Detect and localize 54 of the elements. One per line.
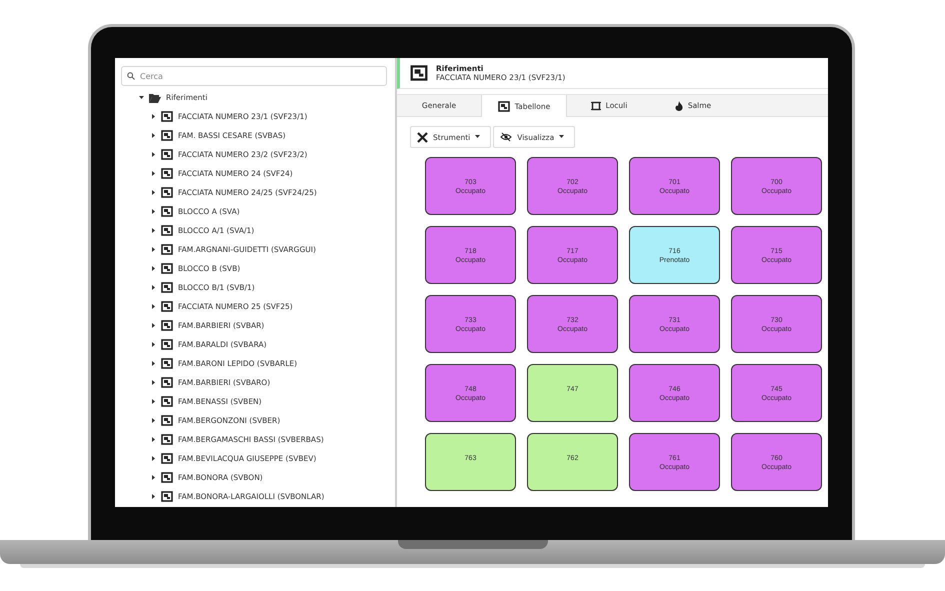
- search-icon: [127, 72, 135, 80]
- board-icon: [161, 453, 173, 464]
- frame-icon: [590, 100, 601, 110]
- board-icon: [161, 206, 173, 217]
- caret-icon[interactable]: [151, 114, 156, 119]
- caret-icon[interactable]: [151, 285, 156, 290]
- board-icon: [161, 396, 173, 407]
- caret-icon[interactable]: [151, 133, 156, 138]
- caret-icon[interactable]: [139, 95, 144, 100]
- folder-icon: [149, 92, 161, 102]
- board-icon: [161, 168, 173, 179]
- board-icon: [161, 339, 173, 350]
- search-field[interactable]: Cerca: [121, 66, 387, 86]
- caret-icon[interactable]: [151, 266, 156, 271]
- tools-icon: [417, 132, 428, 142]
- caret-icon[interactable]: [151, 209, 156, 214]
- board-icon: [161, 358, 173, 369]
- caret-icon[interactable]: [151, 437, 156, 442]
- caret-icon[interactable]: [151, 323, 156, 328]
- caret-icon[interactable]: [151, 228, 156, 233]
- board-icon: [161, 187, 173, 198]
- caret-icon[interactable]: [151, 304, 156, 309]
- board-icon: [498, 100, 510, 112]
- caret-icon[interactable]: [151, 171, 156, 176]
- caret-icon: [559, 135, 564, 139]
- board-icon: [161, 130, 173, 141]
- board-icon: [161, 282, 173, 293]
- board-icon: [161, 111, 173, 122]
- board-icon: [410, 65, 428, 81]
- board-icon: [161, 434, 173, 445]
- flame-icon: [674, 100, 683, 110]
- hidden-eye-icon: [500, 132, 512, 142]
- board-icon: [161, 244, 173, 255]
- caret-icon[interactable]: [151, 361, 156, 366]
- caret-icon[interactable]: [151, 380, 156, 385]
- caret-icon[interactable]: [151, 418, 156, 423]
- caret-icon[interactable]: [151, 190, 156, 195]
- caret-icon[interactable]: [151, 494, 156, 499]
- board-icon: [161, 320, 173, 331]
- board-icon: [161, 263, 173, 274]
- caret-icon[interactable]: [151, 456, 156, 461]
- caret-icon[interactable]: [151, 152, 156, 157]
- board-icon: [161, 472, 173, 483]
- caret-icon[interactable]: [151, 475, 156, 480]
- caret-icon[interactable]: [151, 342, 156, 347]
- caret-icon: [475, 135, 480, 139]
- caret-icon[interactable]: [151, 399, 156, 404]
- board-icon: [161, 225, 173, 236]
- board-icon: [161, 415, 173, 426]
- board-icon: [161, 149, 173, 160]
- caret-icon[interactable]: [151, 247, 156, 252]
- board-icon: [161, 491, 173, 502]
- board-icon: [161, 301, 173, 312]
- board-icon: [161, 377, 173, 388]
